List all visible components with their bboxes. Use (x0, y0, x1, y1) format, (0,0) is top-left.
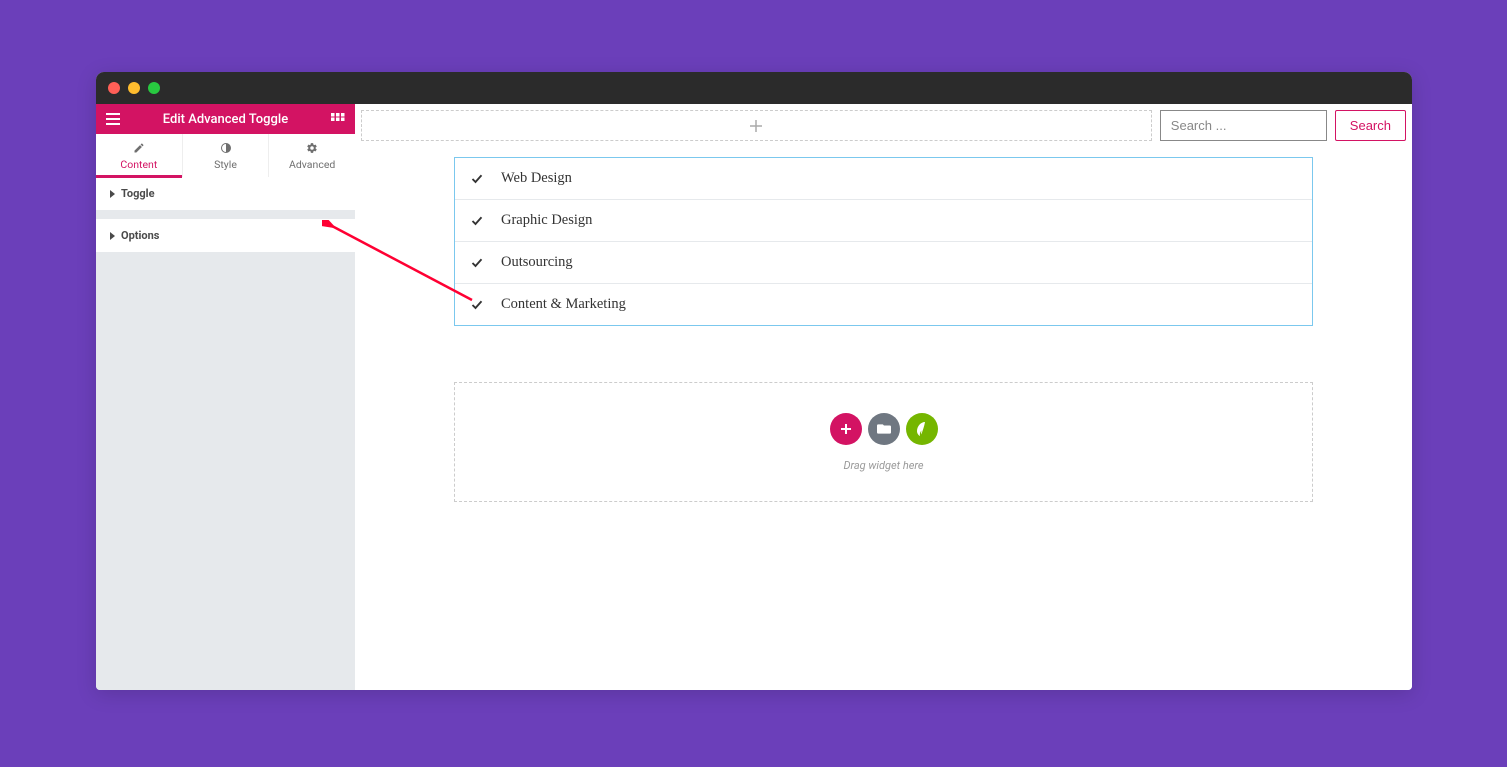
plus-icon (750, 120, 762, 132)
editor-sidebar: Edit Advanced Toggle Content Style (96, 104, 355, 690)
widgets-grid-icon[interactable] (331, 113, 345, 125)
tab-style[interactable]: Style (183, 134, 270, 177)
widget-dropzone[interactable]: Drag widget here (454, 382, 1313, 502)
toggle-item[interactable]: Graphic Design (455, 200, 1312, 242)
check-icon (471, 299, 483, 311)
gear-icon (306, 142, 318, 154)
tab-content-label: Content (120, 158, 157, 171)
dropzone-hint-text: Drag widget here (843, 459, 923, 472)
check-icon (471, 215, 483, 227)
plus-icon (840, 423, 852, 435)
dropzone-buttons (830, 413, 938, 445)
section-toggle[interactable]: Toggle (96, 177, 355, 211)
menu-icon[interactable] (106, 113, 120, 125)
toggle-item-label: Web Design (501, 170, 572, 187)
leaf-icon (916, 422, 928, 436)
sidebar-tabs: Content Style Advanced (96, 134, 355, 177)
app-window: Edit Advanced Toggle Content Style (96, 72, 1412, 690)
window-maximize-button[interactable] (148, 82, 160, 94)
sidebar-header: Edit Advanced Toggle (96, 104, 355, 134)
caret-right-icon (110, 232, 115, 240)
caret-right-icon (110, 190, 115, 198)
style-contrast-icon (220, 142, 232, 154)
folder-icon (877, 423, 891, 435)
canvas-topbar: Search (361, 110, 1406, 141)
main-area: Edit Advanced Toggle Content Style (96, 104, 1412, 690)
check-icon (471, 173, 483, 185)
tab-content[interactable]: Content (96, 134, 183, 177)
sidebar-title: Edit Advanced Toggle (163, 112, 288, 127)
check-icon (471, 257, 483, 269)
search-button[interactable]: Search (1335, 110, 1406, 141)
tab-style-label: Style (214, 158, 237, 171)
window-minimize-button[interactable] (128, 82, 140, 94)
toggle-item[interactable]: Content & Marketing (455, 284, 1312, 325)
template-folder-button[interactable] (868, 413, 900, 445)
tab-advanced-label: Advanced (289, 158, 335, 171)
toggle-item[interactable]: Outsourcing (455, 242, 1312, 284)
add-section-area[interactable] (361, 110, 1152, 141)
envato-button[interactable] (906, 413, 938, 445)
tab-advanced[interactable]: Advanced (269, 134, 355, 177)
toggle-item[interactable]: Web Design (455, 158, 1312, 200)
toggle-item-label: Content & Marketing (501, 296, 626, 313)
search-input[interactable] (1160, 110, 1327, 141)
section-options[interactable]: Options (96, 219, 355, 253)
editor-canvas: Search Web Design Graphic Design Outsour… (355, 104, 1412, 690)
section-toggle-label: Toggle (121, 187, 155, 200)
window-titlebar (96, 72, 1412, 104)
pencil-icon (133, 142, 145, 154)
toggle-item-label: Graphic Design (501, 212, 592, 229)
add-widget-button[interactable] (830, 413, 862, 445)
section-options-label: Options (121, 229, 159, 242)
window-close-button[interactable] (108, 82, 120, 94)
advanced-toggle-widget[interactable]: Web Design Graphic Design Outsourcing Co… (454, 157, 1313, 326)
toggle-item-label: Outsourcing (501, 254, 573, 271)
